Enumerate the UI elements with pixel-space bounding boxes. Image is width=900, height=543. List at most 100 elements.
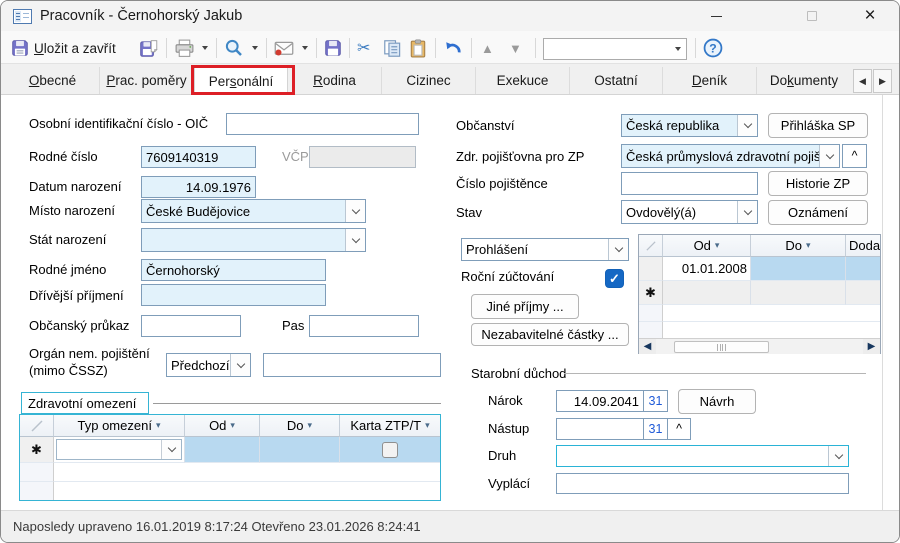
grid-cell-do[interactable] bbox=[260, 437, 340, 463]
organ-nem-pojisteni-combo[interactable]: Předchozí bbox=[166, 353, 251, 377]
rodne-cislo-label: Rodné číslo bbox=[29, 149, 98, 164]
organ-nem-pojisteni-input[interactable] bbox=[263, 353, 441, 377]
close-icon: × bbox=[864, 5, 876, 26]
cut-button[interactable]: ✂ bbox=[357, 37, 370, 59]
datum-narozeni-input[interactable]: 14.09.1976 bbox=[141, 176, 256, 198]
paste-button[interactable] bbox=[409, 37, 427, 59]
print-button[interactable] bbox=[174, 37, 195, 59]
chevron-down-icon[interactable] bbox=[345, 229, 365, 251]
stat-narozeni-combo[interactable] bbox=[141, 228, 366, 252]
save-and-close-button[interactable]: Uložit a zavřít bbox=[11, 37, 116, 59]
tab-scroll-right-button[interactable]: ▶ bbox=[873, 69, 892, 93]
close-button[interactable]: × bbox=[847, 1, 893, 31]
preview-dropdown[interactable] bbox=[248, 39, 261, 57]
rodne-cislo-input[interactable]: 7609140319 bbox=[141, 146, 256, 168]
chevron-down-icon[interactable] bbox=[737, 201, 757, 223]
grid-cell-do[interactable] bbox=[751, 257, 846, 281]
chevron-down-icon[interactable] bbox=[230, 354, 250, 376]
scrollbar-thumb[interactable] bbox=[674, 341, 769, 353]
grid-cell-typ-omezeni[interactable] bbox=[54, 437, 185, 463]
tab-denik[interactable]: Deník bbox=[663, 67, 757, 94]
grid-header-typ-omezeni[interactable]: Typ omezení ▾ bbox=[54, 415, 185, 437]
tab-rodina[interactable]: Rodina bbox=[288, 67, 382, 94]
tab-scroll-left-button[interactable]: ◀ bbox=[853, 69, 872, 93]
scroll-right-button[interactable]: ▶ bbox=[863, 339, 880, 354]
zdr-pojistovna-combo[interactable]: Česká průmyslová zdravotní pojišťovna bbox=[621, 144, 840, 168]
tab-dokumenty[interactable]: Dokumenty bbox=[757, 67, 851, 94]
rodne-jmeno-input[interactable]: Černohorský bbox=[141, 259, 326, 281]
druh-combo[interactable] bbox=[556, 445, 849, 467]
oznameni-button[interactable]: Oznámení bbox=[768, 200, 868, 225]
grid-header-do[interactable]: Do ▾ bbox=[751, 235, 846, 257]
pas-label: Pas bbox=[282, 318, 305, 333]
previous-record-button[interactable]: ▲ bbox=[481, 37, 494, 59]
grid-row-selector bbox=[639, 257, 663, 281]
pas-input[interactable] bbox=[309, 315, 419, 337]
grid-cell-od[interactable]: 01.01.2008 bbox=[663, 257, 751, 281]
tab-exekuce[interactable]: Exekuce bbox=[476, 67, 570, 94]
chevron-down-icon[interactable] bbox=[737, 115, 757, 136]
prohlaseni-combo[interactable]: Prohlášení bbox=[461, 238, 629, 261]
copy-button[interactable] bbox=[383, 37, 402, 59]
help-button[interactable]: ? bbox=[703, 37, 723, 59]
grid-header-od[interactable]: Od ▾ bbox=[185, 415, 260, 437]
prihlaska-sp-button[interactable]: Přihláška SP bbox=[768, 113, 868, 138]
grid-header-doda[interactable]: Doda bbox=[846, 235, 880, 257]
grid-cell-karta-ztpt[interactable] bbox=[340, 437, 440, 463]
ztpt-checkbox[interactable] bbox=[382, 441, 398, 458]
vyplaci-input[interactable] bbox=[556, 473, 849, 494]
tab-prac-pomery[interactable]: Prac. poměry bbox=[100, 67, 194, 94]
grid-cell[interactable] bbox=[663, 281, 751, 305]
nezabavitelne-castky-button[interactable]: Nezabavitelné částky ... bbox=[471, 323, 629, 346]
narok-calendar-button[interactable]: 31 bbox=[643, 390, 668, 412]
undo-button[interactable] bbox=[443, 37, 463, 59]
grid-header-karta-ztpt[interactable]: Karta ZTP/T ▾ bbox=[340, 415, 440, 437]
grid-header-od[interactable]: Od ▾ bbox=[663, 235, 751, 257]
minimize-button[interactable] bbox=[693, 1, 739, 31]
tab-cizinec[interactable]: Cizinec bbox=[382, 67, 476, 94]
obcanstvi-combo[interactable]: Česká republika bbox=[621, 114, 758, 137]
chevron-down-icon[interactable] bbox=[819, 145, 839, 167]
grid-cell[interactable] bbox=[751, 281, 846, 305]
grid-cell[interactable] bbox=[846, 281, 880, 305]
save-record-button[interactable] bbox=[324, 37, 342, 59]
zdr-pojistovna-expand-button[interactable]: ^ bbox=[842, 144, 867, 168]
oic-input[interactable] bbox=[226, 113, 419, 135]
chevron-down-icon[interactable] bbox=[345, 200, 365, 222]
starobni-duchod-title: Starobní důchod bbox=[471, 366, 567, 381]
tab-ostatni[interactable]: Ostatní bbox=[570, 67, 663, 94]
scroll-left-button[interactable]: ◀ bbox=[639, 339, 656, 354]
narok-date-input[interactable]: 14.09.2041 bbox=[556, 390, 644, 412]
maximize-button[interactable] bbox=[789, 1, 835, 31]
chevron-down-icon[interactable] bbox=[608, 239, 628, 260]
grid-cell-od[interactable] bbox=[185, 437, 260, 463]
grid-horizontal-scrollbar[interactable]: ◀ ▶ bbox=[639, 338, 880, 354]
nastup-date-input[interactable] bbox=[556, 418, 644, 440]
tab-obecne[interactable]: Obecné bbox=[6, 67, 100, 94]
scrollbar-track[interactable] bbox=[656, 339, 863, 354]
jine-prijmy-button[interactable]: Jiné příjmy ... bbox=[471, 294, 579, 319]
next-record-button[interactable]: ▼ bbox=[509, 37, 522, 59]
drivejsi-prijmeni-input[interactable] bbox=[141, 284, 326, 306]
grid-header-do[interactable]: Do ▾ bbox=[260, 415, 340, 437]
chevron-down-icon[interactable] bbox=[161, 440, 181, 459]
misto-narozeni-combo[interactable]: České Budějovice bbox=[141, 199, 366, 223]
save-as-button[interactable] bbox=[139, 37, 159, 59]
email-dropdown[interactable] bbox=[298, 39, 311, 57]
cislo-pojistence-input[interactable] bbox=[621, 172, 758, 195]
chevron-down-icon[interactable] bbox=[828, 446, 848, 466]
stav-combo[interactable]: Ovdovělý(á) bbox=[621, 200, 758, 224]
nastup-calendar-button[interactable]: 31 bbox=[643, 418, 668, 440]
print-preview-button[interactable] bbox=[224, 37, 244, 59]
toolbar-search-combo[interactable] bbox=[543, 38, 687, 60]
nastup-expand-button[interactable]: ^ bbox=[667, 418, 691, 440]
navrh-button[interactable]: Návrh bbox=[678, 389, 756, 414]
caret-up-icon: ^ bbox=[851, 149, 858, 163]
send-email-button[interactable] bbox=[274, 37, 294, 59]
grid-cell-doda[interactable] bbox=[846, 257, 880, 281]
tab-personalni[interactable]: Personální bbox=[194, 67, 288, 95]
print-dropdown[interactable] bbox=[198, 39, 211, 57]
rocni-zuctovani-checkbox[interactable]: ✓ bbox=[605, 269, 624, 288]
obcansky-prukaz-input[interactable] bbox=[141, 315, 241, 337]
historie-zp-button[interactable]: Historie ZP bbox=[768, 171, 868, 196]
